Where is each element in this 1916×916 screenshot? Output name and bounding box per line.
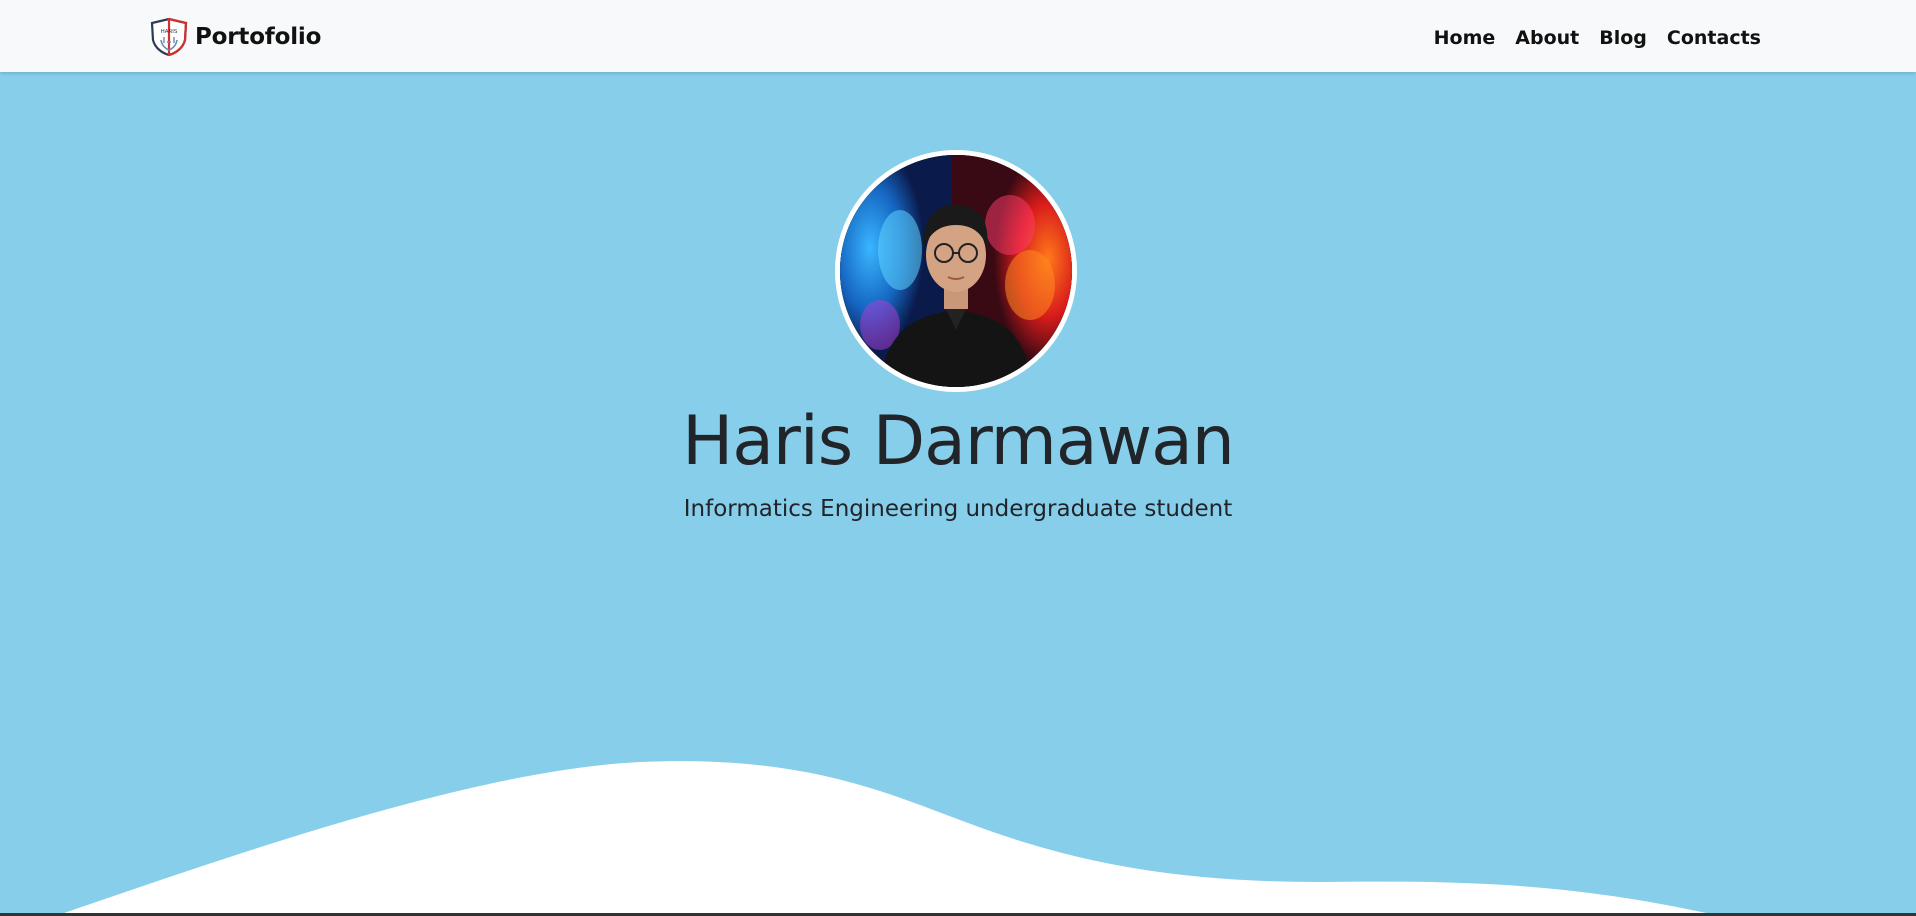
nav-link-contacts[interactable]: Contacts bbox=[1667, 24, 1761, 52]
brand-title: Portofolio bbox=[195, 24, 322, 50]
hero-name: Haris Darmawan bbox=[682, 402, 1235, 481]
avatar bbox=[835, 150, 1077, 392]
nav-link-home[interactable]: Home bbox=[1434, 24, 1496, 52]
svg-text:HARIS: HARIS bbox=[161, 29, 178, 35]
profile-photo bbox=[840, 155, 1072, 387]
nav-link-about[interactable]: About bbox=[1515, 24, 1579, 52]
navbar: HARIS Portofolio Home About Blog Contact… bbox=[0, 0, 1916, 72]
nav-link-blog[interactable]: Blog bbox=[1599, 24, 1647, 52]
hero-subtitle: Informatics Engineering undergraduate st… bbox=[683, 496, 1233, 522]
shield-logo-icon: HARIS bbox=[150, 18, 188, 56]
brand-link[interactable]: HARIS Portofolio bbox=[149, 18, 321, 56]
wave-divider bbox=[55, 761, 1720, 916]
nav-links: Home About Blog Contacts bbox=[1434, 24, 1761, 52]
